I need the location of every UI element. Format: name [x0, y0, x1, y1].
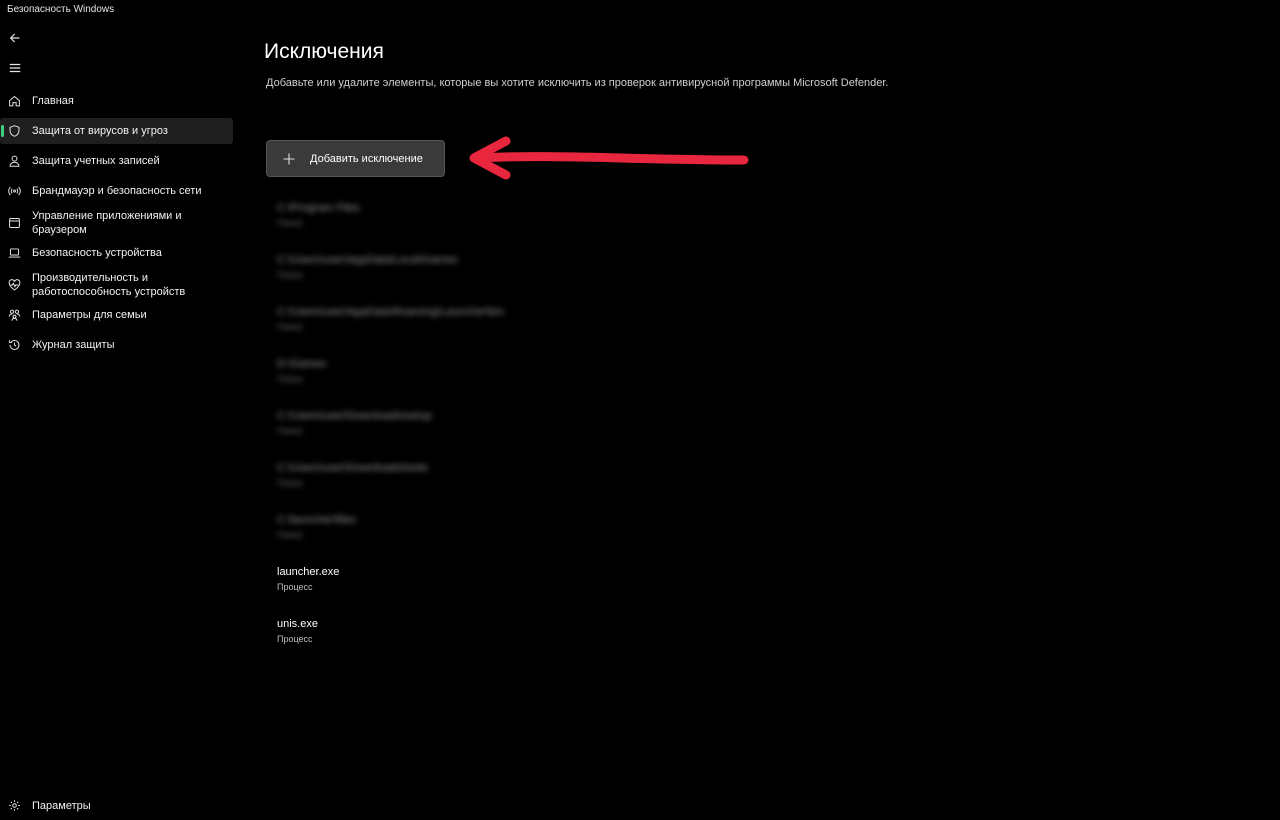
wireless-signal-icon [8, 185, 21, 198]
exclusion-item[interactable]: C:\Program Files Папка [277, 196, 477, 248]
exclusion-type: Папка [277, 270, 303, 280]
sidebar-item-label: Параметры для семьи [32, 309, 147, 321]
exclusion-type: Процесс [277, 634, 313, 644]
exclusion-name: C:\launcher\files [277, 514, 356, 526]
sidebar-item-virus-protection[interactable]: Защита от вирусов и угроз [0, 118, 233, 144]
sidebar-item-account-protection[interactable]: Защита учетных записей [0, 148, 233, 174]
history-icon [8, 339, 21, 352]
sidebar-item-app-browser-control[interactable]: Управление приложениями и браузером [0, 208, 233, 238]
sidebar-item-label: Защита от вирусов и угроз [32, 125, 168, 137]
sidebar: Главная Защита от вирусов и угроз Защита… [0, 20, 240, 820]
exclusion-name: C:\Users\user\AppData\Roaming\Launcher\b… [277, 306, 504, 318]
app-window-icon [8, 217, 21, 230]
exclusion-item[interactable]: C:\Users\user\AppData\Local\Games Папка [277, 248, 477, 300]
back-arrow-icon [8, 31, 22, 50]
exclusion-item[interactable]: C:\Users\user\AppData\Roaming\Launcher\b… [277, 300, 504, 352]
family-icon [8, 309, 21, 322]
home-icon [8, 95, 21, 108]
sidebar-nav: Главная Защита от вирусов и угроз Защита… [0, 88, 240, 362]
sidebar-item-family-options[interactable]: Параметры для семьи [0, 302, 233, 328]
sidebar-item-label: Журнал защиты [32, 339, 115, 351]
page-title: Исключения [264, 40, 384, 63]
add-exclusion-button[interactable]: Добавить исключение [266, 140, 445, 177]
shield-icon [8, 125, 21, 138]
add-exclusion-label: Добавить исключение [310, 152, 423, 165]
exclusion-name: launcher.exe [277, 566, 340, 578]
exclusion-item[interactable]: C:\Users\user\Downloads\setup Папка [277, 404, 477, 456]
sidebar-item-device-security[interactable]: Безопасность устройства [0, 240, 233, 266]
page-description: Добавьте или удалите элементы, которые в… [266, 77, 889, 89]
arrow-shaft [471, 152, 749, 165]
sidebar-item-label: Брандмауэр и безопасность сети [32, 185, 202, 197]
exclusion-name: unis.exe [277, 618, 318, 630]
exclusions-list: C:\Program Files Папка C:\Users\user\App… [277, 196, 504, 648]
sidebar-item-label: Параметры [32, 800, 91, 812]
exclusion-name: C:\Program Files [277, 202, 360, 214]
sidebar-item-device-performance[interactable]: Производительность и работоспособность у… [0, 270, 233, 300]
exclusion-name: C:\Users\user\AppData\Local\Games [277, 254, 458, 266]
exclusion-name: D:\Games [277, 358, 327, 370]
exclusion-item[interactable]: launcher.exe Процесс [277, 560, 477, 612]
sidebar-item-label: Производительность и работоспособность у… [32, 272, 186, 298]
exclusion-item[interactable]: unis.exe Процесс [277, 612, 477, 648]
red-arrow-annotation [469, 136, 749, 180]
exclusion-item[interactable]: C:\Users\user\Downloads\tools Папка [277, 456, 477, 508]
exclusion-type: Папка [277, 426, 303, 436]
sidebar-item-label: Защита учетных записей [32, 155, 160, 167]
exclusion-type: Папка [277, 530, 303, 540]
hamburger-menu-icon [8, 61, 22, 80]
plus-icon [283, 153, 295, 165]
menu-button[interactable] [4, 59, 26, 81]
sidebar-item-home[interactable]: Главная [0, 88, 233, 114]
exclusion-name: C:\Users\user\Downloads\setup [277, 410, 432, 422]
main-content: Исключения Добавьте или удалите элементы… [264, 20, 1264, 820]
exclusion-name: C:\Users\user\Downloads\tools [277, 462, 429, 474]
sidebar-item-settings[interactable]: Параметры [0, 795, 233, 817]
heart-pulse-icon [8, 279, 21, 292]
exclusion-type: Папка [277, 322, 303, 332]
windows-security-window: Безопасность Windows Главная Защита от в… [0, 0, 1280, 820]
window-title: Безопасность Windows [7, 4, 115, 15]
sidebar-item-firewall[interactable]: Брандмауэр и безопасность сети [0, 178, 233, 204]
sidebar-item-label: Управление приложениями и браузером [32, 210, 182, 236]
exclusion-item[interactable]: D:\Games Папка [277, 352, 477, 404]
gear-icon [8, 799, 21, 812]
sidebar-item-protection-history[interactable]: Журнал защиты [0, 332, 233, 358]
exclusion-type: Папка [277, 374, 303, 384]
exclusion-type: Процесс [277, 582, 313, 592]
exclusion-type: Папка [277, 478, 303, 488]
back-button[interactable] [4, 29, 26, 51]
laptop-icon [8, 247, 21, 260]
exclusion-item[interactable]: C:\launcher\files Папка [277, 508, 477, 560]
sidebar-item-label: Главная [32, 95, 74, 107]
sidebar-item-label: Безопасность устройства [32, 247, 162, 259]
exclusion-type: Папка [277, 218, 303, 228]
person-icon [8, 155, 21, 168]
